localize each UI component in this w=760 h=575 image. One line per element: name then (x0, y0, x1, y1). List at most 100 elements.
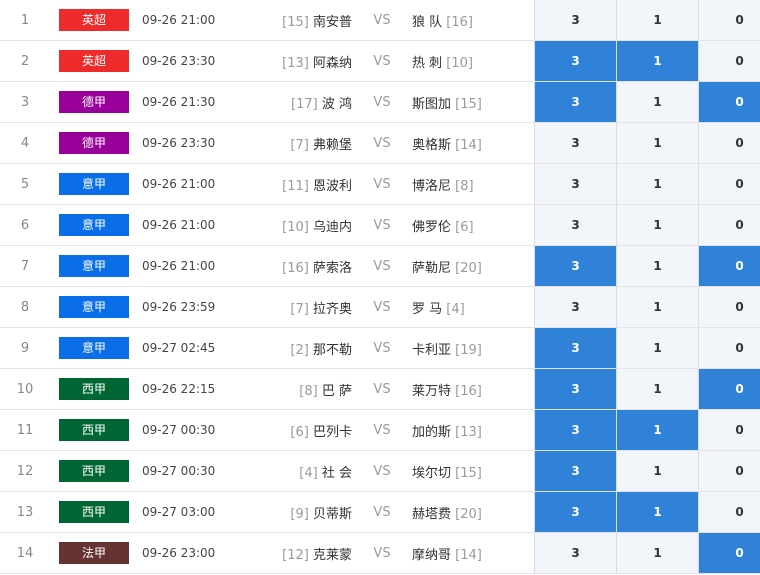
league-badge[interactable]: 意甲 (59, 173, 129, 195)
away-team[interactable]: 摩纳哥 [14] (412, 532, 535, 574)
vs-label: VS (352, 204, 412, 246)
match-row: 13 西甲 09-27 03:00 [9] 贝蒂斯 VS 赫塔费 [20] 3 … (0, 491, 760, 533)
home-team-name: 巴列卡 (312, 424, 352, 440)
home-team[interactable]: [7] 弗赖堡 (254, 122, 352, 164)
home-team[interactable]: [12] 克莱蒙 (254, 532, 352, 574)
odds-loss-button[interactable]: 0 (698, 368, 760, 410)
odds-win-button[interactable]: 3 (534, 532, 617, 574)
odds-draw-button[interactable]: 1 (616, 204, 699, 246)
odds-draw-button[interactable]: 1 (616, 245, 699, 287)
odds-draw-button[interactable]: 1 (616, 327, 699, 369)
odds-draw-button[interactable]: 1 (616, 286, 699, 328)
odds-win-button[interactable]: 3 (534, 491, 617, 533)
away-team[interactable]: 加的斯 [13] (412, 409, 535, 451)
odds-loss-button[interactable]: 0 (698, 122, 760, 164)
odds-loss-button[interactable]: 0 (698, 450, 760, 492)
odds-win-button[interactable]: 3 (534, 0, 617, 41)
league-badge[interactable]: 西甲 (59, 378, 129, 400)
home-team[interactable]: [11] 恩波利 (254, 163, 352, 205)
odds-draw-button[interactable]: 1 (616, 532, 699, 574)
match-time: 09-27 03:00 (138, 491, 254, 533)
odds-draw-button[interactable]: 1 (616, 409, 699, 451)
away-team[interactable]: 萨勒尼 [20] (412, 245, 535, 287)
vs-label: VS (352, 532, 412, 574)
vs-label: VS (352, 368, 412, 410)
odds-win-button[interactable]: 3 (534, 409, 617, 451)
match-time: 09-27 02:45 (138, 327, 254, 369)
home-team[interactable]: [10] 乌迪内 (254, 204, 352, 246)
odds-win-button[interactable]: 3 (534, 122, 617, 164)
league-badge[interactable]: 西甲 (59, 501, 129, 523)
league-badge[interactable]: 意甲 (59, 337, 129, 359)
odds-loss-button[interactable]: 0 (698, 40, 760, 82)
away-team[interactable]: 卡利亚 [19] (412, 327, 535, 369)
home-team[interactable]: [2] 那不勒 (254, 327, 352, 369)
home-team[interactable]: [6] 巴列卡 (254, 409, 352, 451)
odds-win-button[interactable]: 3 (534, 368, 617, 410)
away-rank: [16] (455, 383, 482, 399)
league-badge[interactable]: 法甲 (59, 542, 129, 564)
odds-win-button[interactable]: 3 (534, 81, 617, 123)
home-team[interactable]: [8] 巴 萨 (254, 368, 352, 410)
away-team[interactable]: 热 刺 [10] (412, 40, 535, 82)
odds-win-button[interactable]: 3 (534, 450, 617, 492)
league-badge[interactable]: 英超 (59, 50, 129, 72)
away-team[interactable]: 博洛尼 [8] (412, 163, 535, 205)
league-badge[interactable]: 德甲 (59, 91, 129, 113)
away-team[interactable]: 佛罗伦 [6] (412, 204, 535, 246)
away-team[interactable]: 奥格斯 [14] (412, 122, 535, 164)
vs-label: VS (352, 245, 412, 287)
home-team[interactable]: [4] 社 会 (254, 450, 352, 492)
away-team[interactable]: 莱万特 [16] (412, 368, 535, 410)
league-badge[interactable]: 西甲 (59, 419, 129, 441)
odds-draw-button[interactable]: 1 (616, 163, 699, 205)
odds-loss-button[interactable]: 0 (698, 286, 760, 328)
odds-loss-button[interactable]: 0 (698, 81, 760, 123)
odds-win-button[interactable]: 3 (534, 245, 617, 287)
odds-loss-button[interactable]: 0 (698, 245, 760, 287)
away-team[interactable]: 斯图加 [15] (412, 81, 535, 123)
odds-loss-button[interactable]: 0 (698, 163, 760, 205)
odds-loss-button[interactable]: 0 (698, 491, 760, 533)
home-team[interactable]: [13] 阿森纳 (254, 40, 352, 82)
home-rank: [4] (299, 465, 318, 481)
home-team-name: 社 会 (321, 465, 352, 481)
odds-loss-button[interactable]: 0 (698, 532, 760, 574)
league-badge[interactable]: 意甲 (59, 214, 129, 236)
away-team[interactable]: 罗 马 [4] (412, 286, 535, 328)
match-number: 1 (0, 0, 50, 41)
league-badge[interactable]: 意甲 (59, 296, 129, 318)
odds-draw-button[interactable]: 1 (616, 368, 699, 410)
league-badge[interactable]: 英超 (59, 9, 129, 31)
odds-loss-button[interactable]: 0 (698, 204, 760, 246)
odds-draw-button[interactable]: 1 (616, 122, 699, 164)
home-team[interactable]: [9] 贝蒂斯 (254, 491, 352, 533)
league-badge[interactable]: 德甲 (59, 132, 129, 154)
odds-loss-button[interactable]: 0 (698, 409, 760, 451)
league-badge[interactable]: 西甲 (59, 460, 129, 482)
home-team[interactable]: [17] 波 鸿 (254, 81, 352, 123)
odds-draw-button[interactable]: 1 (616, 0, 699, 41)
odds-win-button[interactable]: 3 (534, 163, 617, 205)
match-time: 09-26 23:00 (138, 532, 254, 574)
odds-win-button[interactable]: 3 (534, 40, 617, 82)
odds-draw-button[interactable]: 1 (616, 81, 699, 123)
home-team[interactable]: [16] 萨索洛 (254, 245, 352, 287)
odds-draw-button[interactable]: 1 (616, 40, 699, 82)
league-badge[interactable]: 意甲 (59, 255, 129, 277)
home-team-name: 拉齐奥 (312, 301, 352, 317)
odds-win-button[interactable]: 3 (534, 327, 617, 369)
odds-win-button[interactable]: 3 (534, 204, 617, 246)
odds-draw-button[interactable]: 1 (616, 491, 699, 533)
home-team[interactable]: [15] 南安普 (254, 0, 352, 41)
odds-loss-button[interactable]: 0 (698, 0, 760, 41)
away-team[interactable]: 埃尔切 [15] (412, 450, 535, 492)
home-rank: [13] (282, 55, 309, 71)
odds-loss-button[interactable]: 0 (698, 327, 760, 369)
home-team[interactable]: [7] 拉齐奥 (254, 286, 352, 328)
away-rank: [13] (455, 424, 482, 440)
away-team[interactable]: 狼 队 [16] (412, 0, 535, 41)
odds-win-button[interactable]: 3 (534, 286, 617, 328)
away-team[interactable]: 赫塔费 [20] (412, 491, 535, 533)
odds-draw-button[interactable]: 1 (616, 450, 699, 492)
